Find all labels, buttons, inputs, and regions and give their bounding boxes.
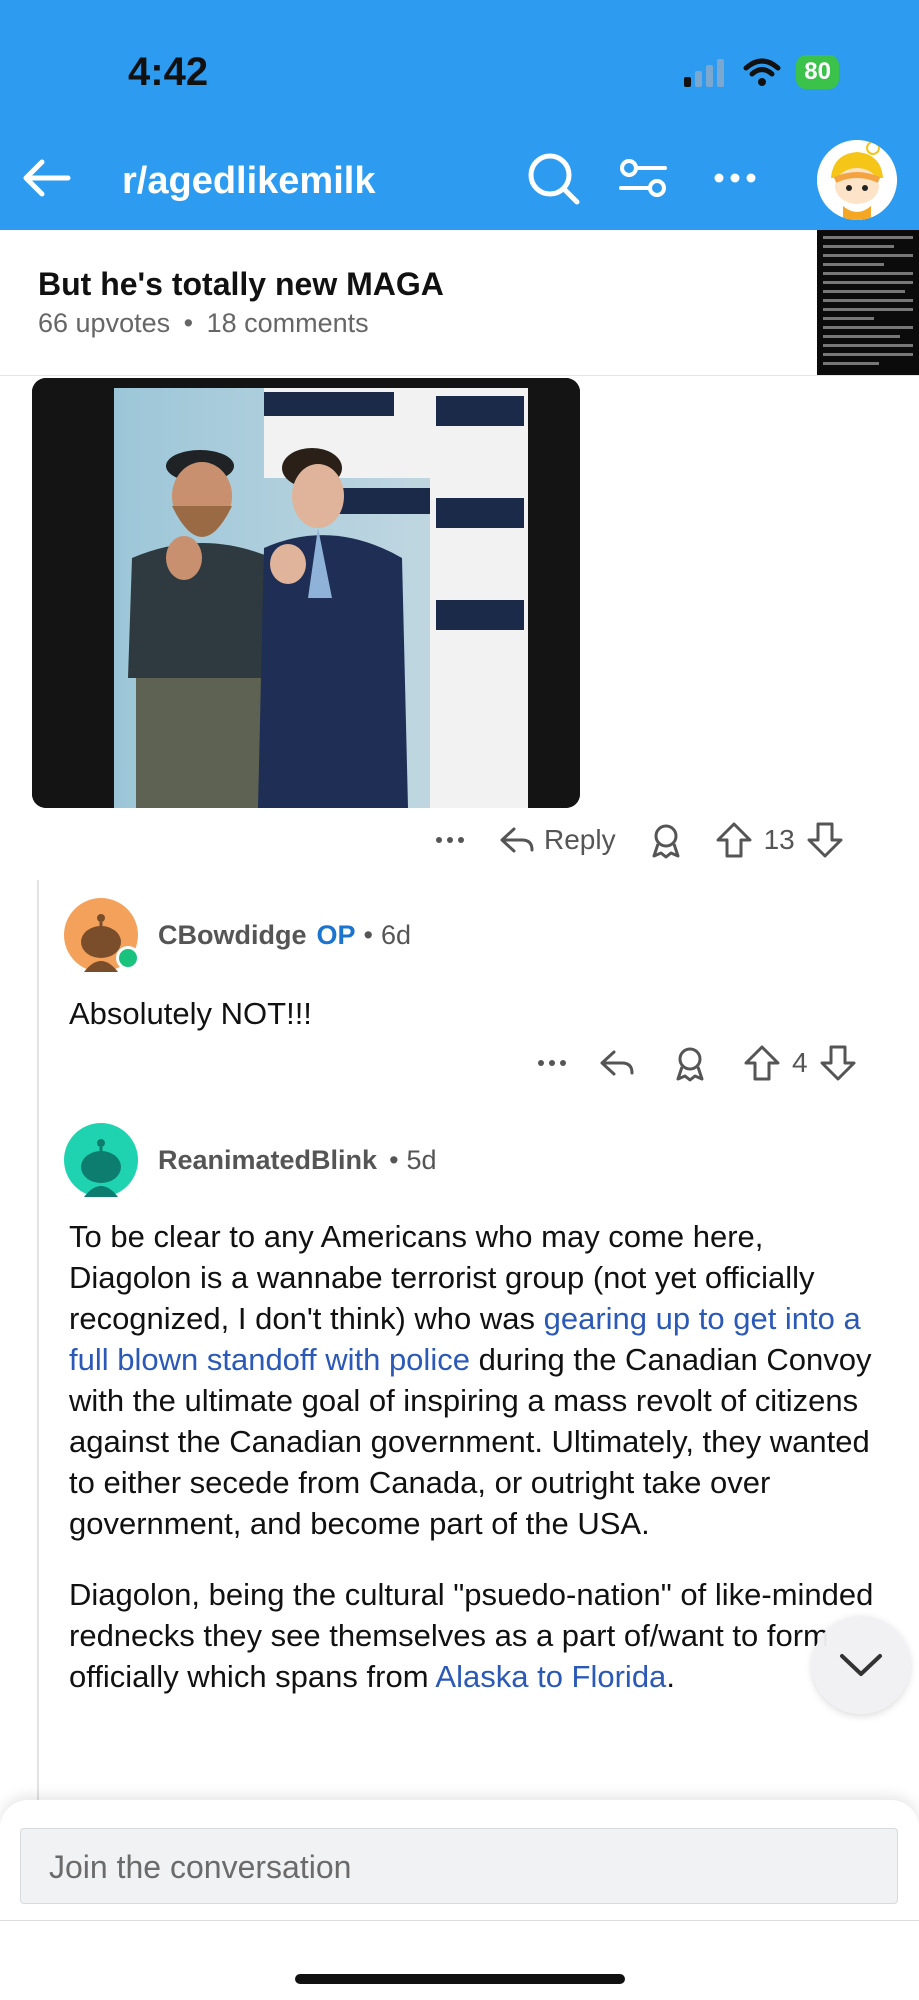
snoo-avatar-icon [81, 1139, 121, 1197]
more-options-icon[interactable] [430, 820, 470, 860]
paragraph-text: . [666, 1659, 675, 1694]
award-icon[interactable] [670, 1043, 710, 1083]
comment-dot: • [363, 919, 373, 950]
op-badge: OP [316, 919, 356, 950]
upvote-icon[interactable] [742, 1043, 782, 1083]
downvote-icon[interactable] [805, 820, 845, 860]
comment-header: CBowdidge OP • 6d [64, 898, 411, 972]
reply-icon [500, 827, 534, 853]
post-comments-count: 18 comments [206, 308, 369, 338]
more-options-icon[interactable] [532, 1043, 572, 1083]
app-header: 4:42 80 r/agedlikemilk [0, 0, 919, 230]
chevron-down-icon [840, 1654, 882, 1676]
cellular-signal-icon [684, 59, 725, 87]
post-title: But he's totally new MAGA [38, 266, 444, 302]
search-icon[interactable] [525, 150, 581, 206]
user-avatar[interactable] [817, 140, 897, 220]
sort-filter-icon[interactable] [615, 150, 671, 206]
comment-dot: • [389, 1144, 399, 1175]
more-options-icon[interactable] [707, 150, 763, 206]
commenter-avatar[interactable] [64, 898, 140, 972]
reply-icon[interactable] [598, 1044, 636, 1082]
thread-line [37, 880, 39, 1800]
comment-username[interactable]: CBowdidge [158, 920, 307, 951]
snoo-avatar-icon [817, 140, 897, 220]
comment-header: ReanimatedBlink • 5d [64, 1123, 437, 1197]
wifi-icon [743, 58, 781, 86]
comment-age: 5d [406, 1144, 437, 1175]
comment-username[interactable]: ReanimatedBlink [158, 1145, 377, 1176]
scroll-to-next-button[interactable] [812, 1616, 910, 1714]
upvote-icon[interactable] [714, 820, 754, 860]
online-status-indicator [116, 946, 140, 970]
comment-paragraph: To be clear to any Americans who may com… [69, 1216, 889, 1544]
comment-age: 6d [380, 919, 412, 950]
vote-count: 13 [763, 824, 795, 855]
reply-button[interactable]: Reply [498, 821, 616, 859]
award-icon[interactable] [646, 820, 686, 860]
comment-body: To be clear to any Americans who may com… [69, 1216, 889, 1697]
join-conversation-input[interactable]: Join the conversation [20, 1828, 898, 1904]
post-thumbnail[interactable] [817, 230, 919, 375]
downvote-icon[interactable] [818, 1043, 858, 1083]
post-header[interactable]: But he's totally new MAGA 66 upvotes • 1… [0, 230, 919, 376]
back-arrow-icon[interactable] [18, 150, 74, 206]
subreddit-name[interactable]: r/agedlikemilk [122, 160, 375, 203]
divider [0, 1920, 919, 1921]
comment-paragraph: Diagolon, being the cultural "psuedo-nat… [69, 1574, 889, 1697]
home-indicator[interactable] [295, 1974, 625, 1984]
comment-composer-panel: Join the conversation [0, 1800, 919, 2000]
status-icons: 80 [682, 55, 839, 89]
meta-separator: • [183, 308, 194, 338]
reply-label: Reply [544, 824, 616, 855]
photo-illustration [32, 378, 580, 808]
status-time: 4:42 [128, 50, 209, 94]
comment-actions-row: 4 [532, 1038, 858, 1088]
comment-actions-row: Reply 13 [430, 815, 845, 865]
alaska-florida-link[interactable]: Alaska to Florida [435, 1659, 666, 1694]
vote-count: 4 [792, 1047, 808, 1078]
comment-body: Absolutely NOT!!! [69, 996, 312, 1031]
commenter-avatar[interactable] [64, 1123, 138, 1197]
post-meta: 66 upvotes • 18 comments [38, 308, 369, 339]
nav-bar: r/agedlikemilk [0, 140, 919, 220]
post-upvotes: 66 upvotes [38, 308, 171, 338]
comment-image[interactable] [32, 378, 580, 808]
battery-indicator: 80 [796, 55, 839, 89]
